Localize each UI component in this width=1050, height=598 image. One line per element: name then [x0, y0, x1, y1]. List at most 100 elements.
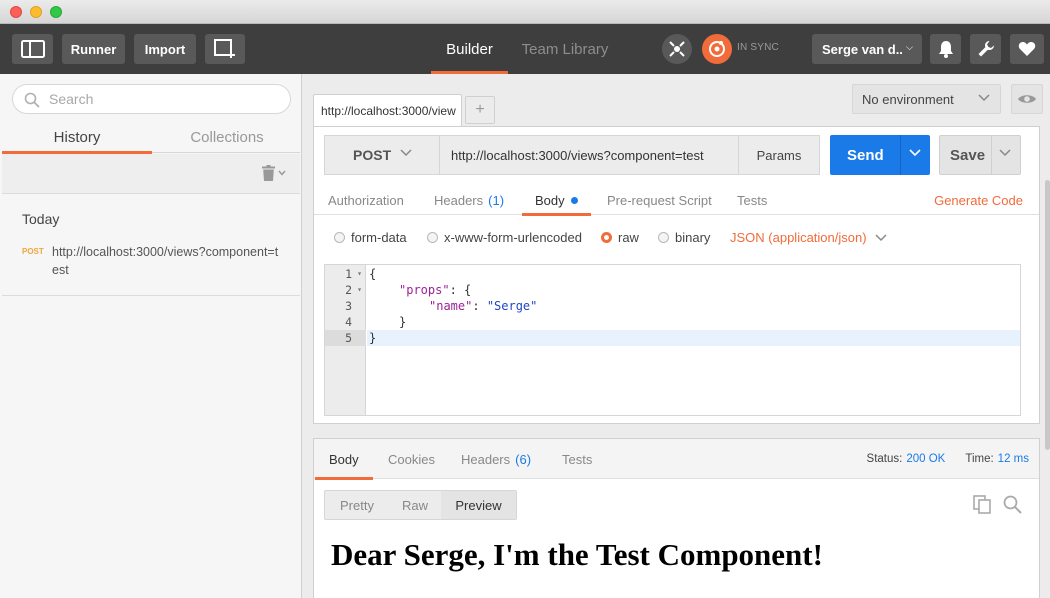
radio-circle[interactable]	[658, 232, 669, 243]
code-line-4: }	[399, 314, 406, 330]
content-type-value: JSON (application/json)	[730, 230, 867, 245]
send-button[interactable]: Send	[830, 135, 930, 175]
minimize-window-button[interactable]	[30, 6, 42, 18]
tab-response-tests[interactable]: Tests	[562, 439, 592, 479]
chevron-down-icon[interactable]	[909, 149, 921, 157]
interceptor-button[interactable]	[662, 34, 692, 64]
history-item[interactable]: POST http://localhost:3000/views?compone…	[2, 234, 300, 296]
user-menu-button[interactable]: Serge van d.. ⌵	[812, 34, 922, 64]
search-icon[interactable]	[1003, 495, 1022, 514]
tab-response-headers[interactable]: Headers (6)	[461, 439, 531, 479]
save-button[interactable]: Save	[939, 135, 1021, 175]
trash-icon	[262, 165, 275, 181]
tab-body[interactable]: Body	[522, 185, 591, 216]
url-input[interactable]: http://localhost:3000/views?component=te…	[439, 135, 739, 175]
response-view-mode: Pretty Raw Preview	[324, 490, 517, 520]
request-tab[interactable]: http://localhost:3000/view	[313, 94, 462, 126]
tab-collections[interactable]: Collections	[152, 122, 302, 153]
request-sub-tabs: Authorization Headers (1) Body Pre-reque…	[314, 185, 1039, 216]
tab-body-label: Body	[535, 192, 565, 208]
import-button[interactable]: Import	[134, 34, 196, 64]
search-placeholder: Search	[49, 91, 94, 107]
body-modified-indicator	[570, 196, 578, 204]
tab-prerequest-script[interactable]: Pre-request Script	[607, 185, 712, 215]
time-readout: Time: 12 ms	[965, 453, 1029, 465]
new-window-icon	[214, 39, 235, 58]
radio-label: raw	[618, 230, 639, 245]
tab-history[interactable]: History	[2, 122, 152, 154]
eye-icon	[1018, 95, 1036, 103]
heart-icon	[1018, 42, 1036, 56]
status-readout: Status: 200 OK	[867, 453, 946, 465]
history-group-label: Today	[22, 211, 60, 227]
body-code-editor[interactable]: 1 2 3 4 5 { "props": { "name": "Serge" }…	[324, 264, 1021, 416]
tab-headers[interactable]: Headers (1)	[434, 185, 504, 215]
main-toolbar: Runner Import Builder Team Library IN SY…	[0, 24, 1050, 74]
wrench-icon	[978, 40, 994, 57]
radio-form-data[interactable]: form-data	[334, 230, 407, 245]
sidebar-toggle-icon	[20, 40, 45, 58]
tab-team-library[interactable]: Team Library	[512, 24, 618, 74]
environment-select[interactable]: No environment	[852, 84, 1001, 114]
code-token: "props"	[399, 283, 450, 297]
radio-circle[interactable]	[601, 232, 612, 243]
copy-icon[interactable]	[973, 495, 991, 514]
status-label: Status:	[866, 453, 903, 465]
response-panel: Body Cookies Headers (6) Tests Status: 20…	[313, 438, 1040, 598]
chevron-down-icon[interactable]	[999, 149, 1011, 157]
response-preview-heading: Dear Serge, I'm the Test Component!	[331, 537, 823, 572]
chevron-down-icon	[875, 233, 887, 241]
bell-icon	[938, 41, 953, 58]
active-line-highlight	[367, 330, 1020, 346]
sync-button[interactable]	[702, 34, 732, 64]
radio-circle[interactable]	[334, 232, 345, 243]
settings-button[interactable]	[970, 34, 1001, 64]
line-number: 3	[345, 299, 352, 313]
main-area: http://localhost:3000/view + No environm…	[303, 74, 1050, 598]
response-tabs: Body Cookies Headers (6) Tests Status: 20…	[314, 439, 1039, 480]
code-token: "name"	[429, 299, 473, 313]
scrollbar-thumb[interactable]	[1045, 180, 1050, 450]
tab-response-headers-label: Headers	[461, 451, 511, 467]
save-split-divider	[991, 136, 992, 174]
user-name: Serge van d..	[822, 41, 903, 57]
add-tab-button[interactable]: +	[465, 96, 495, 124]
runner-button[interactable]: Runner	[62, 34, 125, 64]
tab-response-body[interactable]: Body	[315, 439, 373, 480]
history-method-badge: POST	[22, 247, 44, 256]
new-window-button[interactable]	[205, 34, 245, 64]
request-panel: POST http://localhost:3000/views?compone…	[313, 126, 1040, 424]
view-pretty[interactable]: Pretty	[325, 491, 389, 519]
sidebar-tabs: History Collections	[2, 122, 302, 154]
view-preview[interactable]: Preview	[441, 491, 516, 519]
tab-headers-label: Headers	[434, 192, 484, 208]
tab-tests[interactable]: Tests	[737, 185, 767, 215]
request-scrollbar[interactable]	[1045, 130, 1050, 450]
radio-binary[interactable]: binary	[658, 230, 710, 245]
code-line-1: {	[369, 266, 376, 282]
code-line-5: }	[369, 330, 376, 346]
tab-response-cookies[interactable]: Cookies	[388, 439, 435, 479]
generate-code-link[interactable]: Generate Code	[934, 193, 1023, 208]
content-type-select[interactable]: JSON (application/json)	[730, 230, 887, 245]
radio-x-www-form-urlencoded[interactable]: x-www-form-urlencoded	[427, 230, 582, 245]
tab-builder[interactable]: Builder	[431, 24, 508, 74]
toggle-sidebar-button[interactable]	[12, 34, 53, 64]
sidebar: Search History Collections Today POST ht…	[0, 74, 302, 598]
method-select[interactable]: POST	[324, 135, 440, 175]
params-button[interactable]: Params	[738, 135, 820, 175]
favorites-button[interactable]	[1010, 34, 1044, 64]
plus-icon: +	[475, 101, 485, 118]
clear-history-button[interactable]	[262, 165, 286, 181]
radio-circle[interactable]	[427, 232, 438, 243]
send-split-divider	[900, 135, 901, 175]
zoom-window-button[interactable]	[50, 6, 62, 18]
chevron-down-icon	[978, 94, 990, 102]
close-window-button[interactable]	[10, 6, 22, 18]
notifications-button[interactable]	[930, 34, 961, 64]
tab-authorization[interactable]: Authorization	[328, 185, 404, 215]
search-input[interactable]: Search	[12, 84, 291, 114]
view-raw[interactable]: Raw	[389, 491, 441, 519]
radio-raw[interactable]: raw	[601, 230, 639, 245]
environment-quick-look-button[interactable]	[1011, 84, 1043, 114]
